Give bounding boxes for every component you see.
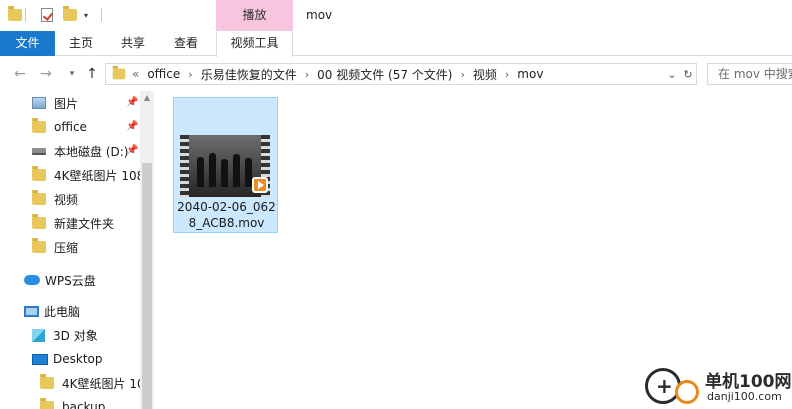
breadcrumb-item[interactable]: 视频 <box>473 66 497 83</box>
pin-icon[interactable]: 📌 <box>126 145 138 156</box>
video-thumbnail <box>180 135 270 197</box>
nav-item-label: office <box>54 120 87 134</box>
breadcrumb-item[interactable]: 00 视频文件 (57 个文件) <box>317 66 452 83</box>
tab-home[interactable]: 主页 <box>55 31 107 56</box>
nav-item-label: 压缩 <box>54 240 79 255</box>
nav-item-label: backup <box>62 400 106 409</box>
file-item[interactable]: 2040-02-06_0628_ACB8.mov <box>173 97 278 233</box>
tab-video-tools[interactable]: 视频工具 <box>216 31 293 57</box>
folder-icon <box>40 398 54 409</box>
folder-icon <box>32 118 46 133</box>
scroll-up-icon[interactable]: ▲ <box>140 91 154 105</box>
file-name: 2040-02-06_0628_ACB8.mov <box>177 200 276 230</box>
watermark-logo: 单机100网 danji100.com <box>645 365 792 409</box>
recent-locations-button[interactable]: ▾ <box>62 64 82 84</box>
chevron-right-icon[interactable]: › <box>188 68 192 81</box>
forward-button[interactable]: → <box>36 64 56 84</box>
nav-scrollbar[interactable]: ▲ <box>140 91 154 409</box>
separator <box>101 6 102 24</box>
ring-icon <box>675 380 699 404</box>
film-strip-left <box>180 135 189 197</box>
3d-objects-icon <box>32 328 45 342</box>
navigation-pane: 图片 📌 office 📌 本地磁盘 (D:) 📌 4K壁纸图片 1080 视频… <box>0 91 140 409</box>
window-title: mov <box>306 8 333 22</box>
watermark-text: 单机100网 <box>705 372 792 392</box>
breadcrumb: « office › 乐易佳恢复的文件 › 00 视频文件 (57 个文件) ›… <box>132 66 543 83</box>
nav-item-drive-d[interactable]: 本地磁盘 (D:) <box>32 139 128 163</box>
folder-icon <box>32 238 46 253</box>
pin-icon[interactable]: 📌 <box>126 121 138 132</box>
file-list: 2040-02-06_0628_ACB8.mov <box>154 91 792 409</box>
nav-item-label: Desktop <box>53 352 103 366</box>
address-bar[interactable]: « office › 乐易佳恢复的文件 › 00 视频文件 (57 个文件) ›… <box>105 63 697 85</box>
nav-item-pictures[interactable]: 图片 <box>32 91 78 115</box>
scroll-thumb[interactable] <box>142 163 152 409</box>
breadcrumb-item[interactable]: 乐易佳恢复的文件 <box>201 66 297 83</box>
context-tab-play[interactable]: 播放 <box>216 0 293 31</box>
nav-item-label: 图片 <box>54 96 79 111</box>
folder-icon <box>40 374 54 389</box>
nav-item-this-pc[interactable]: 此电脑 <box>24 299 80 323</box>
nav-item-label: WPS云盘 <box>45 273 96 288</box>
nav-item-label: 新建文件夹 <box>54 216 115 231</box>
chevron-right-icon[interactable]: › <box>505 68 509 81</box>
folder-icon <box>32 166 46 181</box>
folder-icon <box>32 214 46 229</box>
pin-icon[interactable]: 📌 <box>126 97 138 108</box>
separator <box>25 6 26 24</box>
play-icon <box>252 177 268 193</box>
pc-icon <box>24 305 39 317</box>
customize-quick-access-icon[interactable]: ▾ <box>84 6 88 24</box>
overflow-chevron[interactable]: « <box>132 67 139 81</box>
folder-icon <box>32 190 46 205</box>
tab-view[interactable]: 查看 <box>160 31 212 56</box>
breadcrumb-item[interactable]: office <box>147 67 180 81</box>
chevron-down-icon[interactable]: ⌄ <box>664 68 680 81</box>
nav-item-wps-cloud[interactable]: WPS云盘 <box>24 268 96 292</box>
properties-icon[interactable] <box>41 6 53 24</box>
search-input[interactable]: 在 mov 中搜索 <box>707 63 792 85</box>
nav-item-label: 4K壁纸图片 1080 <box>54 168 140 183</box>
nav-item-label: 本地磁盘 (D:) <box>54 144 129 159</box>
tab-file[interactable]: 文件 <box>0 31 55 56</box>
folder-icon <box>8 6 22 24</box>
desktop-icon <box>32 353 48 365</box>
chevron-right-icon[interactable]: › <box>460 68 464 81</box>
ribbon-tabs: 文件 主页 共享 查看 视频工具 <box>0 31 792 57</box>
folder-icon <box>112 65 126 80</box>
nav-item-desktop[interactable]: Desktop <box>32 347 103 371</box>
nav-item-label: 视频 <box>54 192 79 207</box>
refresh-icon[interactable]: ↻ <box>680 68 696 81</box>
chevron-right-icon[interactable]: › <box>305 68 309 81</box>
drive-icon <box>32 147 46 155</box>
back-button[interactable]: ← <box>10 64 30 84</box>
nav-item-4k-wallpaper-2[interactable]: 4K壁纸图片 1080 <box>40 371 140 395</box>
up-button[interactable]: ↑ <box>82 64 102 84</box>
nav-item-compress[interactable]: 压缩 <box>32 235 78 259</box>
breadcrumb-item[interactable]: mov <box>517 67 543 81</box>
nav-item-office[interactable]: office <box>32 115 87 139</box>
nav-item-backup[interactable]: backup <box>40 395 105 409</box>
nav-item-new-folder[interactable]: 新建文件夹 <box>32 211 114 235</box>
nav-item-video[interactable]: 视频 <box>32 187 78 211</box>
title-bar: ▾ 播放 mov <box>0 0 792 31</box>
nav-item-label: 3D 对象 <box>53 328 98 343</box>
new-folder-icon[interactable] <box>63 6 77 24</box>
nav-item-4k-wallpaper[interactable]: 4K壁纸图片 1080 <box>32 163 140 187</box>
cloud-icon <box>24 275 40 285</box>
nav-item-3d-objects[interactable]: 3D 对象 <box>32 323 98 347</box>
nav-item-label: 此电脑 <box>44 304 81 319</box>
video-frame <box>189 135 261 197</box>
tab-share[interactable]: 共享 <box>107 31 159 56</box>
watermark-url: danji100.com <box>707 390 782 403</box>
address-row: ← → ▾ ↑ « office › 乐易佳恢复的文件 › 00 视频文件 (5… <box>0 57 792 91</box>
nav-item-label: 4K壁纸图片 1080 <box>62 376 140 391</box>
pictures-icon <box>32 97 46 109</box>
